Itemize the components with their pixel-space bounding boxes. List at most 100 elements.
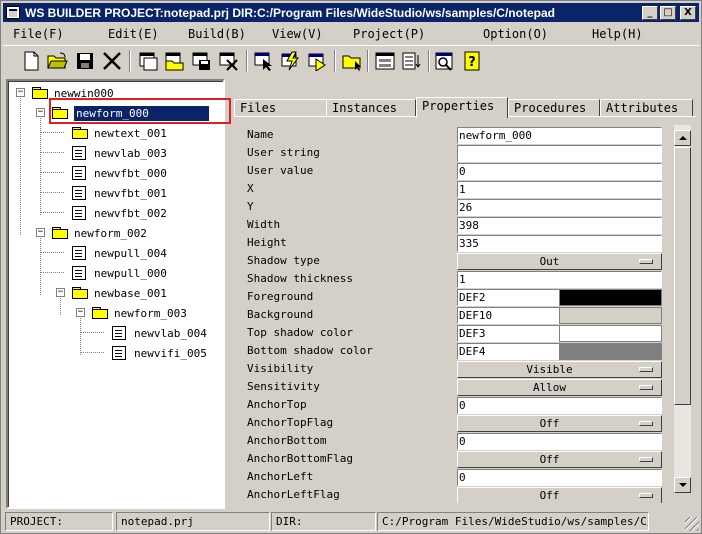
property-value-input[interactable]: 398 — [457, 217, 662, 234]
property-row: Name newform_000 — [238, 126, 673, 144]
document-icon — [72, 266, 86, 280]
tab-attributes[interactable]: Attributes — [600, 99, 693, 117]
resize-grip-icon[interactable] — [685, 517, 699, 531]
color-swatch[interactable] — [559, 307, 662, 324]
tree-node[interactable]: newtext_001 — [72, 124, 167, 142]
property-name: Foreground — [247, 290, 314, 303]
property-option-menu[interactable]: Out — [457, 253, 662, 270]
option-value: Visible — [526, 363, 573, 376]
properties-scrollbar[interactable] — [674, 125, 691, 493]
tree-expander[interactable]: − — [36, 108, 45, 117]
build-icon[interactable] — [279, 49, 303, 73]
close-button[interactable]: X — [680, 5, 696, 20]
search-icon[interactable] — [433, 49, 457, 73]
tree-node[interactable]: newform_003 — [92, 304, 187, 322]
tab-instances[interactable]: Instances — [326, 99, 416, 117]
scroll-up-arrow-icon[interactable] — [674, 130, 691, 146]
tree-expander[interactable]: − — [76, 308, 85, 317]
tab-properties[interactable]: Properties — [416, 97, 508, 118]
folder-open-icon[interactable] — [340, 49, 364, 73]
new-window-icon[interactable] — [136, 49, 160, 73]
property-value-input[interactable]: 0 — [457, 397, 662, 414]
menu-project[interactable]: Project(P) — [353, 27, 425, 41]
widget-tree[interactable]: − − − − − newwin000 newform_000 newtext_… — [6, 79, 225, 509]
tab-procedures[interactable]: Procedures — [508, 99, 600, 117]
property-name: Height — [247, 236, 287, 249]
tree-node[interactable]: newvfbt_001 — [72, 184, 167, 202]
menu-option[interactable]: Option(O) — [483, 27, 548, 41]
document-icon — [72, 146, 86, 160]
tab-files[interactable]: Files — [234, 99, 327, 117]
menu-build[interactable]: Build(B) — [188, 27, 246, 41]
document-icon — [112, 326, 126, 340]
tree-node[interactable]: newform_002 — [52, 224, 147, 242]
scroll-down-arrow-icon[interactable] — [674, 477, 691, 493]
menu-help[interactable]: Help(H) — [592, 27, 643, 41]
property-value-input[interactable]: 1 — [457, 271, 662, 288]
menu-view[interactable]: View(V) — [272, 27, 323, 41]
tree-node[interactable]: newpull_004 — [72, 244, 167, 262]
save-window-icon[interactable] — [190, 49, 214, 73]
toolbar-separator — [334, 50, 336, 72]
menu-edit[interactable]: Edit(E) — [108, 27, 159, 41]
close-window-icon[interactable] — [217, 49, 241, 73]
property-value-input[interactable]: newform_000 — [457, 127, 662, 144]
scrollbar-thumb[interactable] — [674, 147, 691, 405]
toolbar-separator — [367, 50, 369, 72]
tree-line — [40, 235, 41, 295]
open-folder-icon[interactable] — [46, 49, 70, 73]
tree-node[interactable]: newvfbt_000 — [72, 164, 167, 182]
color-swatch[interactable] — [559, 289, 662, 306]
tree-node-label: newpull_004 — [94, 246, 167, 260]
tree-node[interactable]: newvifi_005 — [112, 344, 207, 362]
tree-expander[interactable]: − — [36, 228, 45, 237]
ws-builder-window: WS BUILDER PROJECT:notepad.prj DIR:C:/Pr… — [0, 0, 702, 534]
property-option-menu[interactable]: Off — [457, 487, 662, 503]
tree-node[interactable]: newvlab_004 — [112, 324, 207, 342]
help-icon[interactable]: ? — [460, 49, 484, 73]
list-icon[interactable] — [400, 49, 424, 73]
cut-icon[interactable] — [100, 49, 124, 73]
property-value-input[interactable]: 0 — [457, 469, 662, 486]
property-option-menu[interactable]: Off — [457, 415, 662, 432]
property-row: Y 26 — [238, 198, 673, 216]
new-icon[interactable] — [19, 49, 43, 73]
tree-expander[interactable]: − — [56, 288, 65, 297]
folder-icon — [92, 307, 108, 319]
app-icon — [6, 6, 20, 19]
tree-node[interactable]: newvfbt_002 — [72, 204, 167, 222]
tree-node-label: newvlab_003 — [94, 146, 167, 160]
property-row: AnchorTop 0 — [238, 396, 673, 414]
property-value-input[interactable]: 0 — [457, 163, 662, 180]
save-icon[interactable] — [73, 49, 97, 73]
property-value-input[interactable]: DEF10 — [457, 307, 560, 324]
property-value-input[interactable] — [457, 145, 662, 162]
run-icon[interactable] — [306, 49, 330, 73]
property-value-input[interactable]: 0 — [457, 433, 662, 450]
property-row: Width 398 — [238, 216, 673, 234]
tree-expander[interactable]: − — [16, 88, 25, 97]
property-value-input[interactable]: DEF4 — [457, 343, 560, 360]
dialog-icon[interactable] — [373, 49, 397, 73]
property-value-input[interactable]: 335 — [457, 235, 662, 252]
property-value-input[interactable]: DEF3 — [457, 325, 560, 342]
property-option-menu[interactable]: Visible — [457, 361, 662, 378]
color-swatch[interactable] — [559, 343, 662, 360]
property-value-input[interactable]: 1 — [457, 181, 662, 198]
open-window-icon[interactable] — [163, 49, 187, 73]
tree-node[interactable]: newvlab_003 — [72, 144, 167, 162]
minimize-button[interactable]: _ — [642, 5, 658, 20]
select-icon[interactable] — [252, 49, 276, 73]
property-option-menu[interactable]: Off — [457, 451, 662, 468]
property-row: AnchorBottomFlag Off — [238, 450, 673, 468]
menu-file[interactable]: File(F) — [13, 27, 64, 41]
property-row: AnchorLeft 0 — [238, 468, 673, 486]
tree-node[interactable]: newpull_000 — [72, 264, 167, 282]
property-value-input[interactable]: 26 — [457, 199, 662, 216]
property-option-menu[interactable]: Allow — [457, 379, 662, 396]
color-swatch[interactable] — [559, 325, 662, 342]
property-value-input[interactable]: DEF2 — [457, 289, 560, 306]
title-bar[interactable]: WS BUILDER PROJECT:notepad.prj DIR:C:/Pr… — [3, 3, 699, 22]
tree-node[interactable]: newbase_001 — [72, 284, 167, 302]
maximize-button[interactable]: □ — [660, 5, 676, 20]
